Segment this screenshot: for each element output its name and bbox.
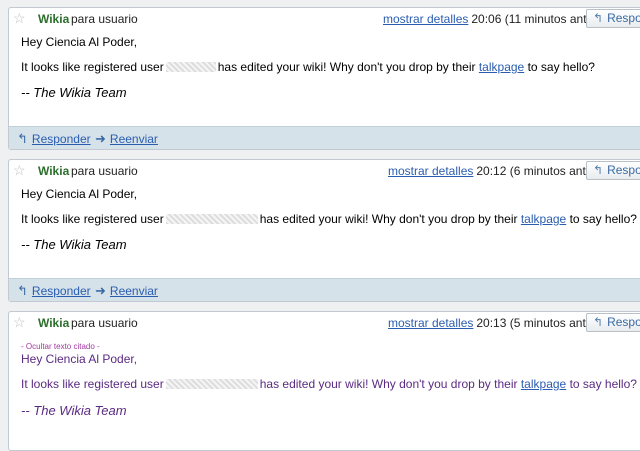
forward-icon: ➜: [95, 283, 106, 298]
text-after: has edited your wiki! Why don't you drop…: [259, 377, 518, 391]
signature: -- The Wikia Team: [21, 403, 127, 418]
recipient-label: para usuario: [71, 164, 138, 178]
recipient-label: para usuario: [71, 316, 138, 330]
reply-icon: ↰: [593, 315, 604, 329]
text-end: to say hello?: [569, 212, 637, 226]
reply-button-label: Respor: [607, 315, 640, 329]
message-meta: mostrar detalles 20:06 (11 minutos antes): [383, 12, 603, 26]
star-icon[interactable]: ☆: [13, 10, 26, 26]
footer-reply-label: Responder: [31, 284, 91, 298]
star-icon[interactable]: ☆: [13, 314, 26, 330]
footer-forward-label: Reenviar: [109, 132, 158, 146]
reply-button-label: Respor: [607, 11, 640, 25]
message-text: It looks like registered user has edited …: [21, 60, 595, 74]
star-icon[interactable]: ☆: [13, 162, 26, 178]
message-footer: ↰ Responder ➜ Reenviar: [9, 126, 640, 149]
email-message-1: ☆ Wikia para usuario mostrar detalles 20:…: [8, 7, 640, 150]
email-message-2: ☆ Wikia para usuario mostrar detalles 20:…: [8, 159, 640, 302]
text-before: It looks like registered user: [21, 60, 164, 74]
text-before: It looks like registered user: [21, 377, 164, 391]
footer-forward-button[interactable]: ➜ Reenviar: [95, 131, 158, 147]
text-end: to say hello?: [527, 60, 595, 74]
talkpage-link[interactable]: talkpage: [479, 60, 524, 74]
show-details-link[interactable]: mostrar detalles: [383, 12, 468, 26]
message-meta: mostrar detalles 20:13 (5 minutos antes): [388, 316, 602, 330]
redacted-username: [165, 62, 216, 72]
message-header: ☆ Wikia para usuario mostrar detalles 20:…: [9, 160, 640, 182]
message-text: It looks like registered user has edited …: [21, 212, 637, 226]
reply-icon: ↰: [593, 11, 604, 25]
text-after: has edited your wiki! Why don't you drop…: [259, 212, 518, 226]
message-meta: mostrar detalles 20:12 (6 minutos antes): [388, 164, 602, 178]
message-header: ☆ Wikia para usuario mostrar detalles 20:…: [9, 312, 640, 334]
greeting: Hey Ciencia Al Poder,: [21, 187, 138, 201]
show-details-link[interactable]: mostrar detalles: [388, 164, 473, 178]
sender-name[interactable]: Wikia: [38, 12, 69, 26]
reply-button[interactable]: ↰Respor: [586, 9, 640, 28]
reply-icon: ↰: [17, 131, 28, 146]
footer-reply-label: Responder: [31, 132, 91, 146]
message-footer: ↰ Responder ➜ Reenviar: [9, 278, 640, 301]
footer-forward-button[interactable]: ➜ Reenviar: [95, 283, 158, 299]
timestamp: 20:06 (11 minutos antes): [471, 12, 604, 26]
signature: -- The Wikia Team: [21, 237, 127, 252]
email-message-3: ☆ Wikia para usuario mostrar detalles 20:…: [8, 311, 640, 451]
text-after: has edited your wiki! Why don't you drop…: [217, 60, 476, 74]
show-details-link[interactable]: mostrar detalles: [388, 316, 473, 330]
sender-name[interactable]: Wikia: [38, 164, 69, 178]
greeting: Hey Ciencia Al Poder,: [21, 35, 138, 49]
reply-button-label: Respo: [607, 163, 640, 177]
footer-reply-button[interactable]: ↰ Responder: [17, 283, 91, 299]
timestamp: 20:12 (6 minutos antes): [476, 164, 603, 178]
message-text: It looks like registered user has edited …: [21, 377, 637, 391]
recipient-label: para usuario: [71, 12, 138, 26]
talkpage-link[interactable]: talkpage: [521, 212, 566, 226]
redacted-username: [165, 379, 258, 389]
reply-button[interactable]: ↰ Respo: [586, 161, 640, 180]
talkpage-link[interactable]: talkpage: [521, 377, 566, 391]
reply-icon: ↰: [17, 283, 28, 298]
timestamp: 20:13 (5 minutos antes): [476, 316, 603, 330]
reply-button[interactable]: ↰Respor: [586, 313, 640, 332]
message-header: ☆ Wikia para usuario mostrar detalles 20:…: [9, 8, 640, 30]
signature: -- The Wikia Team: [21, 85, 127, 100]
footer-forward-label: Reenviar: [109, 284, 158, 298]
footer-reply-button[interactable]: ↰ Responder: [17, 131, 91, 147]
hide-quoted-text-link[interactable]: - Ocultar texto citado -: [21, 342, 100, 351]
reply-icon: ↰: [593, 163, 604, 177]
greeting: Hey Ciencia Al Poder,: [21, 352, 138, 366]
redacted-username: [165, 214, 258, 224]
forward-icon: ➜: [95, 131, 106, 146]
sender-name[interactable]: Wikia: [38, 316, 69, 330]
text-end: to say hello?: [569, 377, 637, 391]
text-before: It looks like registered user: [21, 212, 164, 226]
